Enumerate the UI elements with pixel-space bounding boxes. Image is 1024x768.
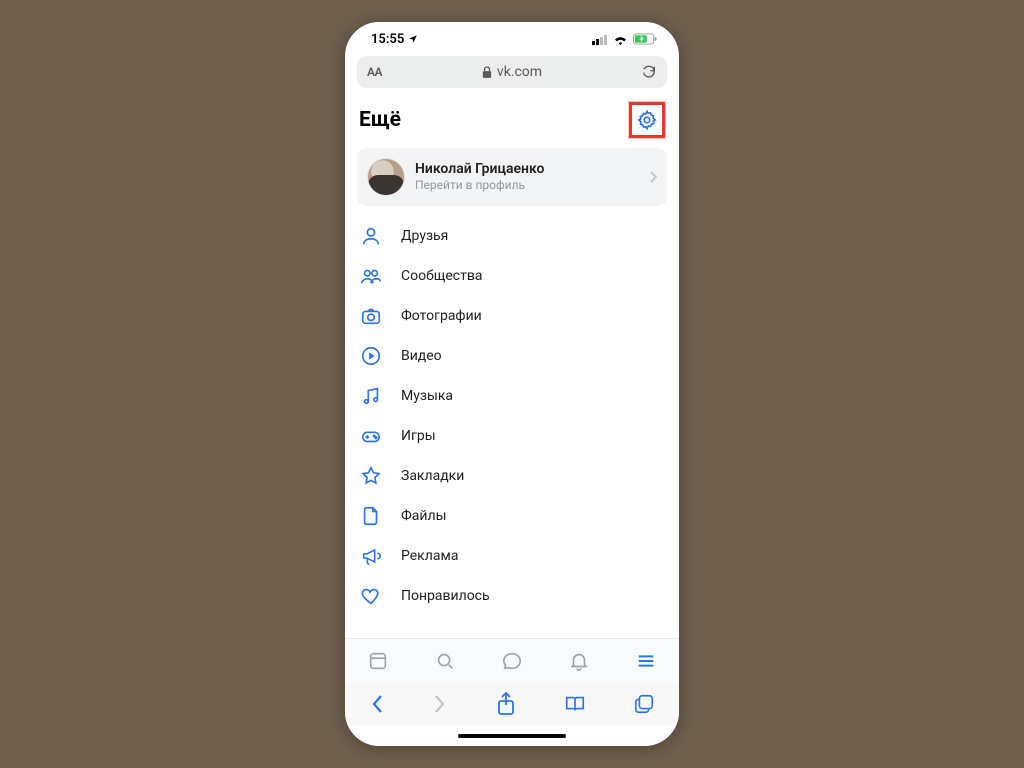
menu-item-video[interactable]: Видео: [359, 336, 665, 376]
location-icon: [408, 34, 418, 44]
url-center: vk.com: [482, 64, 542, 80]
wifi-icon: [613, 34, 628, 45]
search-icon: [434, 650, 456, 672]
heart-icon: [359, 585, 383, 607]
menu-item-label: Видео: [401, 348, 442, 364]
settings-button-highlight: [629, 102, 665, 138]
hamburger-icon: [635, 650, 657, 672]
menu-item-label: Фотографии: [401, 308, 482, 324]
file-icon: [359, 505, 383, 527]
menu-item-communities[interactable]: Сообщества: [359, 256, 665, 296]
url-pill[interactable]: AA vk.com: [357, 56, 667, 88]
megaphone-icon: [359, 545, 383, 567]
menu-item-label: Игры: [401, 428, 436, 444]
tabs-icon: [633, 693, 655, 715]
tab-search[interactable]: [434, 650, 456, 672]
safari-share-button[interactable]: [496, 692, 516, 716]
menu-item-label: Музыка: [401, 388, 453, 404]
gamepad-icon: [359, 425, 383, 447]
menu-item-label: Понравилось: [401, 588, 490, 604]
safari-back-button[interactable]: [369, 694, 385, 714]
profile-card[interactable]: Николай Грицаенко Перейти в профиль: [357, 148, 667, 206]
chevron-left-icon: [369, 694, 385, 714]
tab-news[interactable]: [367, 650, 389, 672]
tab-menu[interactable]: [635, 650, 657, 672]
chevron-right-icon: [649, 171, 657, 183]
star-icon: [359, 465, 383, 487]
safari-tabs-button[interactable]: [633, 693, 655, 715]
news-icon: [367, 650, 389, 672]
page-header: Ещё: [345, 96, 679, 146]
menu-list: Друзья Сообщества Фотографии Видео Музык: [345, 214, 679, 638]
menu-item-ads[interactable]: Реклама: [359, 536, 665, 576]
status-left: 15:55: [371, 32, 418, 47]
menu-item-music[interactable]: Музыка: [359, 376, 665, 416]
battery-icon: [633, 33, 657, 45]
menu-item-label: Друзья: [401, 228, 448, 244]
profile-subtitle: Перейти в профиль: [415, 178, 639, 192]
profile-text: Николай Грицаенко Перейти в профиль: [415, 161, 639, 192]
safari-toolbar: [345, 682, 679, 726]
avatar: [367, 158, 405, 196]
vk-tabbar: [345, 638, 679, 682]
status-time: 15:55: [371, 32, 404, 47]
browser-address-bar: AA vk.com: [345, 56, 679, 96]
chevron-right-icon: [432, 694, 448, 714]
communities-icon: [359, 265, 383, 287]
bell-icon: [568, 650, 590, 672]
home-indicator: [345, 726, 679, 746]
menu-item-likes[interactable]: Понравилось: [359, 576, 665, 616]
tab-messages[interactable]: [501, 650, 523, 672]
settings-button[interactable]: [636, 109, 658, 131]
gear-icon: [636, 109, 658, 131]
book-icon: [564, 694, 586, 714]
menu-item-games[interactable]: Игры: [359, 416, 665, 456]
status-bar: 15:55: [345, 22, 679, 56]
reader-aa-button[interactable]: AA: [367, 65, 382, 79]
status-right: [592, 33, 657, 45]
share-icon: [496, 692, 516, 716]
lock-icon: [482, 66, 492, 78]
menu-item-photos[interactable]: Фотографии: [359, 296, 665, 336]
play-icon: [359, 345, 383, 367]
refresh-button[interactable]: [641, 64, 657, 80]
safari-bookmarks-button[interactable]: [564, 694, 586, 714]
phone-frame: 15:55 AA vk.com Ещё: [345, 22, 679, 746]
menu-item-label: Файлы: [401, 508, 446, 524]
camera-icon: [359, 305, 383, 327]
menu-item-label: Сообщества: [401, 268, 482, 284]
friends-icon: [359, 225, 383, 247]
menu-item-label: Реклама: [401, 548, 458, 564]
page-title: Ещё: [359, 108, 401, 132]
url-domain: vk.com: [497, 64, 542, 80]
cellular-icon: [592, 34, 608, 45]
music-icon: [359, 385, 383, 407]
profile-name: Николай Грицаенко: [415, 161, 639, 178]
tab-notifications[interactable]: [568, 650, 590, 672]
safari-forward-button[interactable]: [432, 694, 448, 714]
menu-item-friends[interactable]: Друзья: [359, 216, 665, 256]
menu-item-bookmarks[interactable]: Закладки: [359, 456, 665, 496]
menu-item-label: Закладки: [401, 468, 464, 484]
menu-item-files[interactable]: Файлы: [359, 496, 665, 536]
message-icon: [501, 650, 523, 672]
refresh-icon: [641, 64, 657, 80]
